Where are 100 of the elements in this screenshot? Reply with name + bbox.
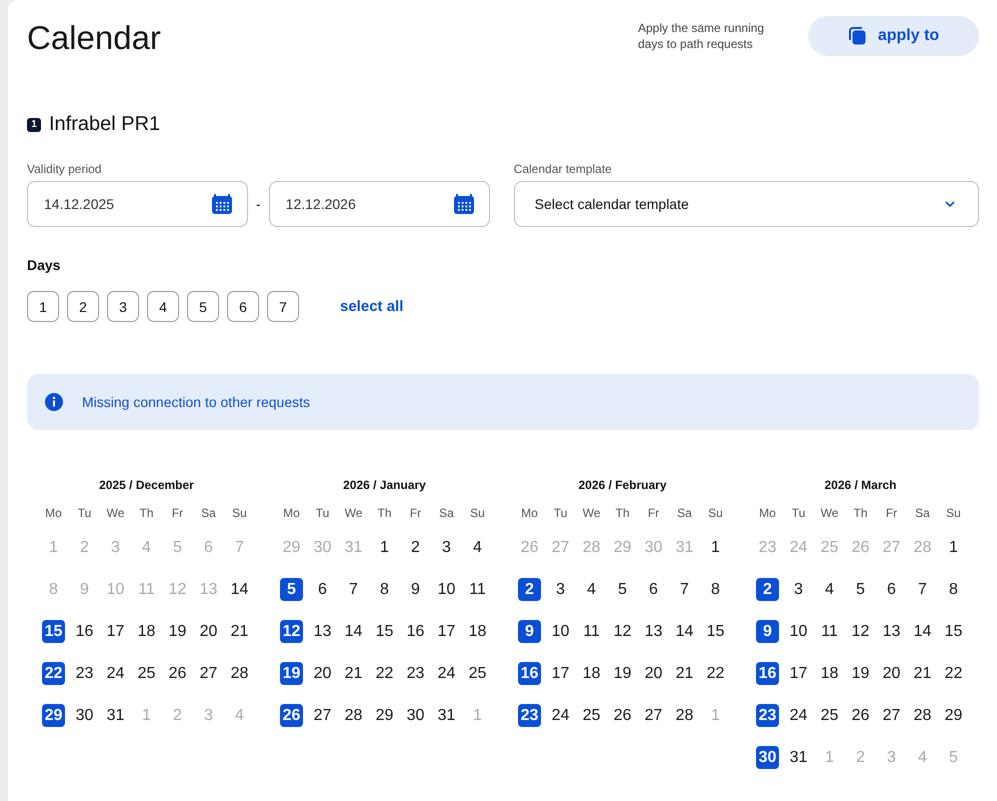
calendar-day[interactable]: 10 (787, 620, 810, 643)
calendar-day[interactable]: 30 (404, 704, 427, 727)
calendar-day[interactable]: 1 (704, 536, 727, 559)
calendar-day[interactable]: 18 (580, 662, 603, 685)
calendar-day[interactable]: 23 (404, 662, 427, 685)
calendar-day[interactable]: 25 (466, 662, 489, 685)
calendar-day[interactable]: 8 (942, 578, 965, 601)
calendar-day[interactable]: 1 (373, 536, 396, 559)
calendar-day[interactable]: 8 (704, 578, 727, 601)
calendar-day[interactable]: 15 (942, 620, 965, 643)
calendar-day[interactable]: 16 (404, 620, 427, 643)
calendar-day[interactable]: 19 (849, 662, 872, 685)
calendar-day[interactable]: 9 (404, 578, 427, 601)
calendar-day[interactable]: 14 (673, 620, 696, 643)
calendar-day[interactable]: 22 (373, 662, 396, 685)
calendar-day[interactable]: 13 (642, 620, 665, 643)
calendar-day[interactable]: 1 (942, 536, 965, 559)
weekday-toggle[interactable]: 5 (187, 291, 219, 322)
calendar-day[interactable]: 17 (787, 662, 810, 685)
calendar-day[interactable]: 19 (166, 620, 189, 643)
calendar-day[interactable]: 28 (911, 704, 934, 727)
calendar-day[interactable]: 22 (42, 662, 65, 685)
calendar-day[interactable]: 15 (704, 620, 727, 643)
calendar-day[interactable]: 27 (642, 704, 665, 727)
calendar-day[interactable]: 13 (880, 620, 903, 643)
calendar-day[interactable]: 28 (342, 704, 365, 727)
calendar-day[interactable]: 18 (818, 662, 841, 685)
calendar-day[interactable]: 30 (756, 746, 779, 769)
calendar-day[interactable]: 29 (373, 704, 396, 727)
calendar-day[interactable]: 19 (611, 662, 634, 685)
calendar-day[interactable]: 7 (673, 578, 696, 601)
calendar-day[interactable]: 12 (849, 620, 872, 643)
calendar-day[interactable]: 31 (104, 704, 127, 727)
calendar-day[interactable]: 22 (942, 662, 965, 685)
calendar-day[interactable]: 29 (42, 704, 65, 727)
calendar-day[interactable]: 15 (42, 620, 65, 643)
weekday-toggle[interactable]: 4 (147, 291, 179, 322)
select-all-link[interactable]: select all (340, 298, 404, 315)
weekday-toggle[interactable]: 7 (267, 291, 299, 322)
weekday-toggle[interactable]: 6 (227, 291, 259, 322)
calendar-day[interactable]: 3 (435, 536, 458, 559)
calendar-day[interactable]: 16 (73, 620, 96, 643)
calendar-day[interactable]: 23 (73, 662, 96, 685)
calendar-day[interactable]: 11 (466, 578, 489, 601)
calendar-day[interactable]: 24 (435, 662, 458, 685)
calendar-day[interactable]: 28 (673, 704, 696, 727)
weekday-toggle[interactable]: 3 (107, 291, 139, 322)
calendar-day[interactable]: 14 (228, 578, 251, 601)
calendar-day[interactable]: 20 (197, 620, 220, 643)
calendar-day[interactable]: 20 (880, 662, 903, 685)
calendar-day[interactable]: 12 (280, 620, 303, 643)
template-dropdown[interactable]: Select calendar template (514, 181, 979, 227)
apply-to-button[interactable]: apply to (808, 16, 979, 56)
calendar-day[interactable]: 19 (280, 662, 303, 685)
calendar-day[interactable]: 14 (911, 620, 934, 643)
calendar-day[interactable]: 16 (756, 662, 779, 685)
weekday-toggle[interactable]: 2 (67, 291, 99, 322)
calendar-day[interactable]: 5 (611, 578, 634, 601)
calendar-day[interactable]: 5 (849, 578, 872, 601)
calendar-day[interactable]: 26 (166, 662, 189, 685)
calendar-day[interactable]: 11 (818, 620, 841, 643)
calendar-day[interactable]: 21 (342, 662, 365, 685)
calendar-day[interactable]: 11 (580, 620, 603, 643)
calendar-day[interactable]: 21 (911, 662, 934, 685)
calendar-day[interactable]: 20 (311, 662, 334, 685)
calendar-day[interactable]: 21 (228, 620, 251, 643)
calendar-day[interactable]: 26 (280, 704, 303, 727)
calendar-day[interactable]: 26 (611, 704, 634, 727)
calendar-day[interactable]: 4 (818, 578, 841, 601)
calendar-day[interactable]: 23 (518, 704, 541, 727)
calendar-day[interactable]: 2 (404, 536, 427, 559)
calendar-day[interactable]: 28 (228, 662, 251, 685)
calendar-day[interactable]: 4 (466, 536, 489, 559)
calendar-day[interactable]: 17 (549, 662, 572, 685)
calendar-day[interactable]: 7 (911, 578, 934, 601)
calendar-day[interactable]: 14 (342, 620, 365, 643)
calendar-day[interactable]: 25 (818, 704, 841, 727)
calendar-day[interactable]: 4 (580, 578, 603, 601)
calendar-day[interactable]: 2 (756, 578, 779, 601)
calendar-day[interactable]: 2 (518, 578, 541, 601)
calendar-day[interactable]: 5 (280, 578, 303, 601)
calendar-day[interactable]: 22 (704, 662, 727, 685)
calendar-day[interactable]: 27 (197, 662, 220, 685)
calendar-day[interactable]: 12 (611, 620, 634, 643)
calendar-day[interactable]: 24 (104, 662, 127, 685)
calendar-day[interactable]: 15 (373, 620, 396, 643)
calendar-day[interactable]: 3 (787, 578, 810, 601)
weekday-toggle[interactable]: 1 (27, 291, 59, 322)
calendar-day[interactable]: 8 (373, 578, 396, 601)
calendar-day[interactable]: 21 (673, 662, 696, 685)
calendar-day[interactable]: 10 (435, 578, 458, 601)
calendar-day[interactable]: 23 (756, 704, 779, 727)
calendar-day[interactable]: 26 (849, 704, 872, 727)
calendar-day[interactable]: 18 (135, 620, 158, 643)
calendar-day[interactable]: 25 (580, 704, 603, 727)
calendar-day[interactable]: 18 (466, 620, 489, 643)
calendar-day[interactable]: 10 (549, 620, 572, 643)
calendar-day[interactable]: 20 (642, 662, 665, 685)
calendar-day[interactable]: 29 (942, 704, 965, 727)
date-field[interactable]: 12.12.2026 (268, 181, 490, 227)
